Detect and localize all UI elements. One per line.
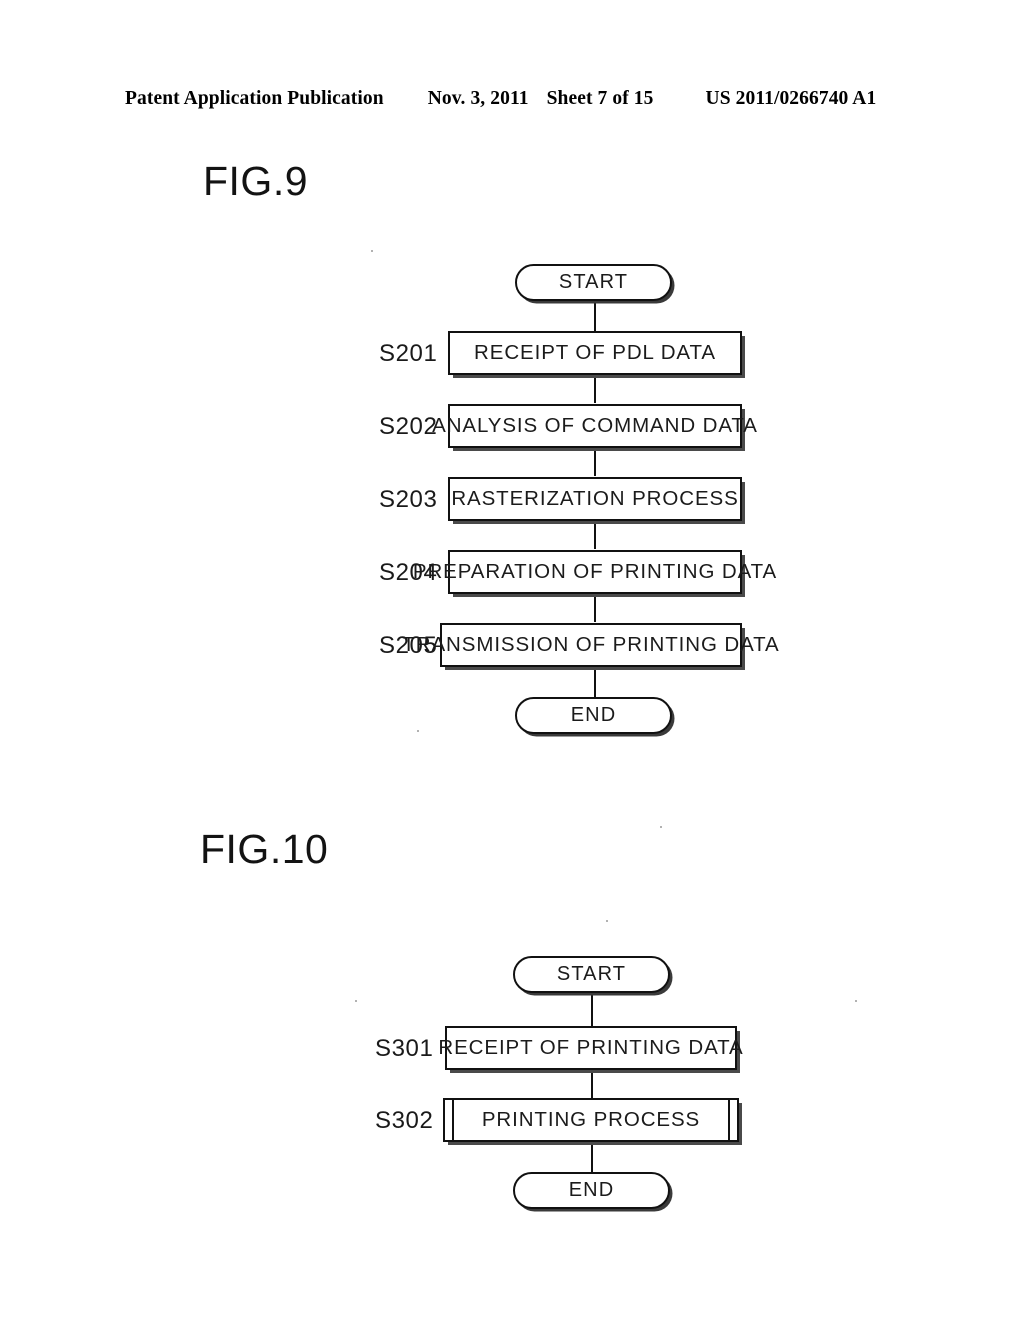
fig9-node-s201: RECEIPT OF PDL DATA: [448, 331, 742, 375]
scan-speck: [855, 1000, 857, 1002]
publication-date: Nov. 3, 2011: [427, 88, 529, 109]
fig9-node-s203-label: RASTERIZATION PROCESS: [451, 487, 739, 510]
scan-speck: [355, 1000, 357, 1002]
fig9-step-label-s203: S203: [379, 486, 438, 513]
fig10-node-s302: PRINTING PROCESS: [443, 1097, 739, 1143]
fig9-node-s202: ANALYSIS OF COMMAND DATA: [432, 404, 757, 448]
fig10-node-end-label: END: [568, 1179, 615, 1201]
connector-s205-to-end: [594, 667, 596, 697]
figure-10-title: FIG.10: [200, 826, 329, 872]
fig9-node-start-label: START: [558, 271, 629, 293]
document-number: US 2011/0266740 A1: [705, 88, 877, 109]
scan-speck: [606, 920, 608, 922]
scan-speck: [417, 730, 419, 732]
publication-label: Patent Application Publication: [125, 88, 384, 109]
fig9-node-end-label: END: [570, 704, 617, 726]
connector-s201-to-s202: [594, 375, 596, 403]
connector-start-to-s301: [591, 993, 593, 1026]
fig10-node-start-label: START: [556, 963, 627, 985]
fig10-node-s301: RECEIPT OF PRINTING DATA: [438, 1026, 743, 1070]
connector-s301-to-s302: [591, 1070, 593, 1098]
fig9-node-s202-label: ANALYSIS OF COMMAND DATA: [432, 414, 758, 437]
fig9-node-s205-label: TRANSMISSION OF PRINTING DATA: [402, 633, 780, 656]
connector-s203-to-s204: [594, 521, 596, 549]
connector-s204-to-s205: [594, 594, 596, 622]
patent-drawing-sheet: Patent Application Publication Nov. 3, 2…: [0, 0, 1024, 1320]
figure-9-title: FIG.9: [203, 158, 309, 204]
fig10-node-s302-label: PRINTING PROCESS: [481, 1108, 701, 1131]
connector-start-to-s201: [594, 300, 596, 331]
fig9-node-end: END: [515, 697, 672, 734]
connector-s302-to-end: [591, 1142, 593, 1172]
connector-s202-to-s203: [594, 448, 596, 476]
sheet-header: Patent Application Publication Nov. 3, 2…: [125, 88, 900, 114]
fig9-step-label-s202: S202: [379, 413, 438, 440]
fig10-node-s301-label: RECEIPT OF PRINTING DATA: [438, 1036, 744, 1059]
scan-speck: [371, 250, 373, 252]
fig9-node-s203: RASTERIZATION PROCESS: [448, 477, 742, 521]
fig9-node-start: START: [515, 264, 672, 301]
fig10-node-end: END: [513, 1172, 670, 1209]
fig10-step-label-s302: S302: [375, 1107, 434, 1134]
fig9-node-s201-label: RECEIPT OF PDL DATA: [474, 341, 716, 364]
fig9-node-s204: PREPARATION OF PRINTING DATA: [413, 550, 776, 594]
fig9-node-s204-label: PREPARATION OF PRINTING DATA: [412, 560, 778, 583]
fig9-node-s205: TRANSMISSION OF PRINTING DATA: [402, 623, 779, 667]
sheet-number: Sheet 7 of 15: [546, 88, 654, 109]
fig10-step-label-s301: S301: [375, 1035, 434, 1062]
fig10-node-start: START: [513, 956, 670, 993]
fig9-step-label-s201: S201: [379, 340, 438, 367]
scan-speck: [660, 826, 662, 828]
